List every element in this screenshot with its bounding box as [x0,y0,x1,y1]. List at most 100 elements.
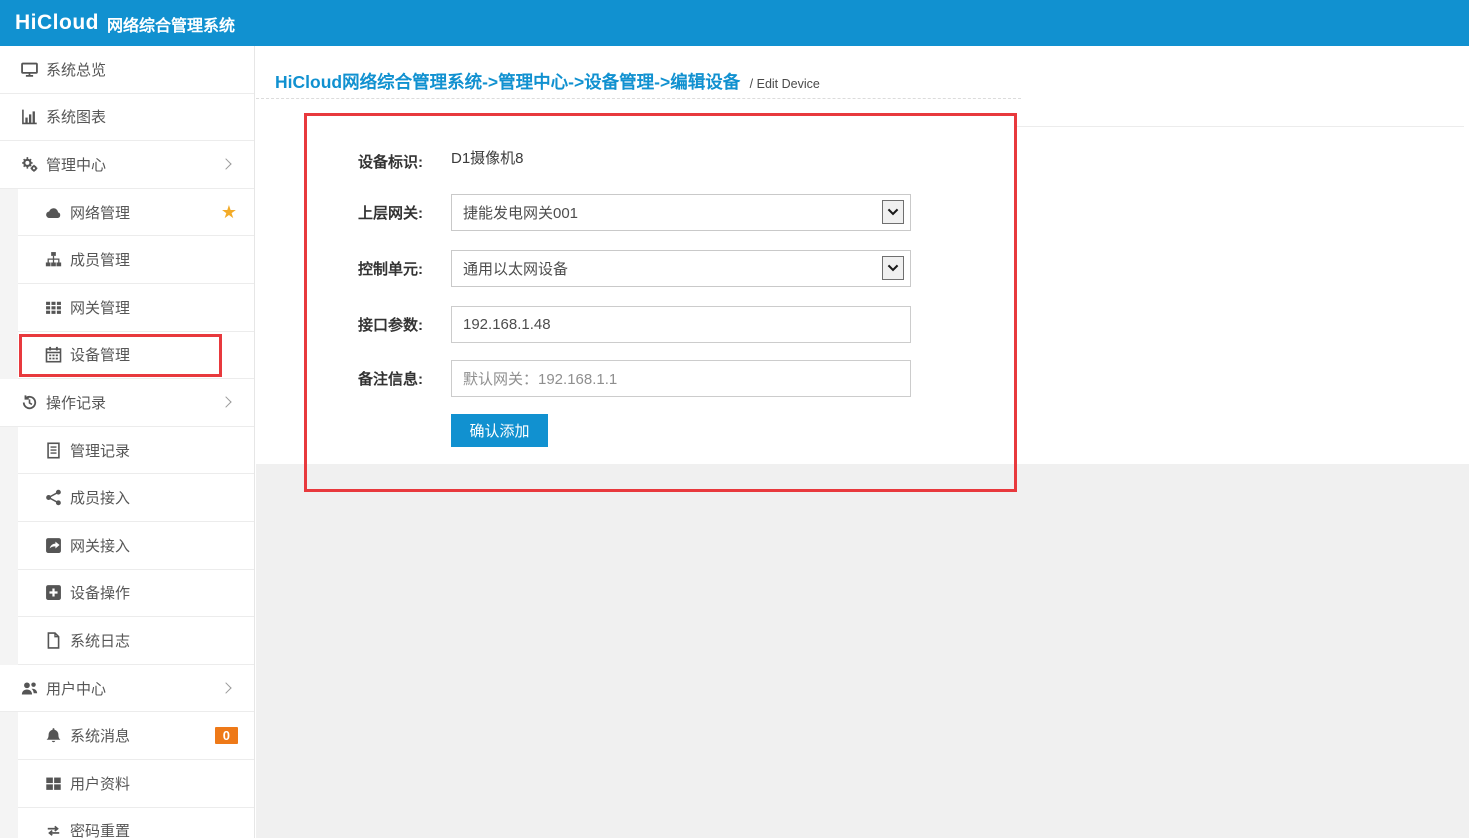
upper-gateway-select[interactable]: 捷能发电网关001 [451,194,911,231]
chevron-down-icon [887,264,899,272]
sidebar-item-label: 网络管理 [70,202,130,223]
star-icon: ★ [221,203,237,221]
select-arrow-button[interactable] [882,200,904,224]
cloud-icon [45,204,62,221]
field-label: 控制单元: [256,258,423,279]
sidebar-item-label: 成员管理 [70,249,130,270]
sidebar-item-system-messages[interactable]: 系统消息 0 [0,712,254,760]
app-page: HiCloud 网络综合管理系统 系统总览 系统图表 管理中心 [0,0,1469,838]
field-label: 接口参数: [256,314,423,335]
sidebar-item-label: 用户中心 [46,678,106,699]
breadcrumb-divider [256,98,1021,99]
sidebar-item-label: 系统消息 [70,725,130,746]
submenu-indent-strip [0,236,18,284]
sidebar-item-user-center[interactable]: 用户中心 [0,665,254,713]
document-lines-icon [45,442,62,459]
breadcrumb-subtitle: / Edit Device [750,77,820,91]
sidebar-item-network-management[interactable]: 网络管理 ★ [0,189,254,237]
sidebar-item-label: 系统图表 [46,106,106,127]
top-bar: HiCloud 网络综合管理系统 [0,0,1469,46]
panel-top-border [1017,126,1464,127]
sidebar-item-label: 操作记录 [46,392,106,413]
th-large-icon [45,775,62,792]
form-row-interface-params: 接口参数: [256,305,911,343]
sidebar-item-user-profile[interactable]: 用户资料 [0,760,254,808]
sidebar-item-management-center[interactable]: 管理中心 [0,141,254,189]
share-nodes-icon [45,489,62,506]
sidebar-item-label: 系统日志 [70,630,130,651]
sidebar-item-gateway-access[interactable]: 网关接入 [0,522,254,570]
form-row-upper-gateway: 上层网关: 捷能发电网关001 [256,193,911,231]
field-label: 备注信息: [256,368,423,389]
selected-option: 捷能发电网关001 [463,202,882,223]
submenu-indent-strip [0,427,18,475]
control-unit-select[interactable]: 通用以太网设备 [451,250,911,287]
history-icon [21,394,38,411]
sidebar-item-operation-records[interactable]: 操作记录 [0,379,254,427]
sidebar-item-device-operation[interactable]: 设备操作 [0,570,254,618]
file-icon [45,632,62,649]
chevron-right-icon [220,682,231,693]
sitemap-icon [45,251,62,268]
interface-params-input[interactable] [451,306,911,343]
submenu-indent-strip [0,332,18,380]
sidebar-item-label: 用户资料 [70,773,130,794]
breadcrumb: HiCloud网络综合管理系统->管理中心->设备管理->编辑设备 / Edit… [275,69,820,94]
sidebar-item-system-overview[interactable]: 系统总览 [0,46,254,94]
form-row-remark: 备注信息: [256,359,911,397]
sidebar-item-label: 管理中心 [46,154,106,175]
submenu-indent-strip [0,617,18,665]
gears-icon [21,156,38,173]
sidebar-item-label: 设备管理 [70,344,130,365]
breadcrumb-path[interactable]: HiCloud网络综合管理系统->管理中心->设备管理->编辑设备 [275,72,740,92]
confirm-add-button[interactable]: 确认添加 [451,414,548,447]
notification-badge: 0 [215,727,238,744]
product-name: 网络综合管理系统 [107,10,235,36]
sidebar: 系统总览 系统图表 管理中心 网络管理 ★ [0,46,255,838]
sidebar-item-member-access[interactable]: 成员接入 [0,474,254,522]
sidebar-item-device-management[interactable]: 设备管理 [0,332,254,380]
sidebar-item-label: 系统总览 [46,59,106,80]
form-row-device-id: 设备标识: D1摄像机8 [256,142,524,180]
sidebar-item-management-records[interactable]: 管理记录 [0,427,254,475]
users-icon [21,680,38,697]
sidebar-item-system-charts[interactable]: 系统图表 [0,94,254,142]
plus-square-icon [45,584,62,601]
sidebar-item-label: 网关管理 [70,297,130,318]
submenu-indent-strip [0,760,18,808]
reset-arrows-icon [45,822,62,838]
selected-option: 通用以太网设备 [463,258,882,279]
submenu-indent-strip [0,570,18,618]
remark-input[interactable] [451,360,911,397]
sidebar-item-system-logs[interactable]: 系统日志 [0,617,254,665]
submenu-indent-strip [0,474,18,522]
field-label: 设备标识: [256,151,423,172]
sidebar-item-label: 密码重置 [70,820,130,838]
desktop-icon [21,61,38,78]
select-arrow-button[interactable] [882,256,904,280]
submenu-indent-strip [0,284,18,332]
sidebar-item-label: 管理记录 [70,440,130,461]
field-label: 上层网关: [256,202,423,223]
bar-chart-icon [21,108,38,125]
calendar-icon [45,346,62,363]
submenu-indent-strip [0,522,18,570]
form-row-control-unit: 控制单元: 通用以太网设备 [256,249,911,287]
sidebar-item-password-reset[interactable]: 密码重置 [0,808,254,838]
bell-icon [45,727,62,744]
grid-icon [45,299,62,316]
sidebar-item-member-management[interactable]: 成员管理 [0,236,254,284]
share-square-icon [45,537,62,554]
submenu-indent-strip [0,808,18,838]
chevron-right-icon [220,159,231,170]
content-background [256,464,1469,838]
sidebar-item-label: 设备操作 [70,582,130,603]
main-content: HiCloud网络综合管理系统->管理中心->设备管理->编辑设备 / Edit… [256,46,1469,838]
device-id-value: D1摄像机8 [451,147,524,168]
chevron-down-icon [887,208,899,216]
sidebar-item-label: 网关接入 [70,535,130,556]
brand-logo: HiCloud [15,11,99,35]
submenu-indent-strip [0,189,18,237]
submenu-indent-strip [0,712,18,760]
sidebar-item-gateway-management[interactable]: 网关管理 [0,284,254,332]
